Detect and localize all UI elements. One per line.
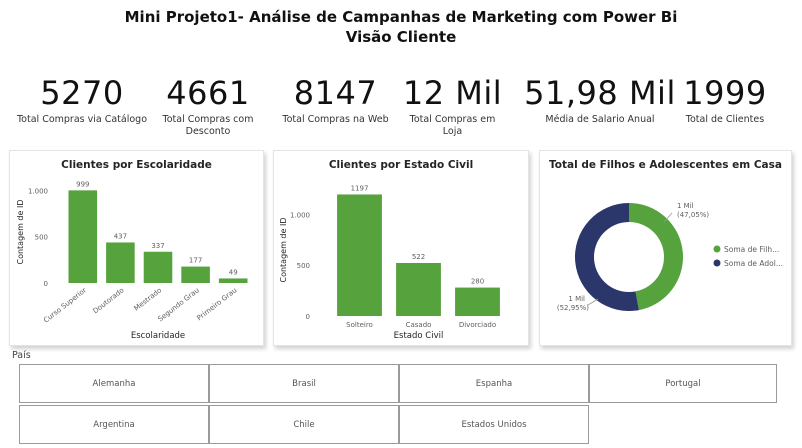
data-label: 1197 — [351, 184, 369, 192]
slice-percent-label: (47,05%) — [677, 211, 709, 219]
kpi-label: Total Compras em Loja — [409, 114, 496, 137]
kpi-label: Total Compras via Catálogo — [16, 114, 148, 125]
chart-card-estado-civil: Clientes por Estado Civil 0 500 1.000 Conta… — [273, 150, 529, 346]
estado-civil-bar-chart: 0 500 1.000Contagem de ID 1197 Solteiro 522 Ca… — [279, 184, 500, 341]
kpi-value: 1999 — [683, 74, 767, 112]
x-tick-label: Primeiro Grau — [195, 286, 238, 322]
donut-slice — [629, 203, 683, 311]
bar — [455, 287, 500, 316]
legend-marker — [713, 245, 721, 253]
kpi-card-catalogo: 5270 Total Compras via Catálogo — [12, 74, 152, 126]
data-label: 280 — [471, 278, 484, 286]
label-leader-line — [587, 298, 599, 306]
bar — [396, 262, 441, 316]
slice-value-label: 1 Mil — [677, 202, 694, 210]
kpi-card-clientes: 1999 Total de Clientes — [680, 74, 770, 126]
kpi-value: 5270 — [40, 74, 124, 112]
data-label: 522 — [412, 253, 425, 261]
data-label: 49 — [229, 268, 238, 276]
filhos-donut-chart: 1 Mil(47,05%)1 Mil(52,95%)Soma de Filh..… — [557, 202, 783, 312]
slice-value-label: 1 Mil — [568, 295, 585, 303]
page-subtitle: Visão Cliente — [345, 28, 457, 46]
slicer-option-espanha[interactable]: Espanha — [399, 364, 589, 403]
x-tick-label: Doutorado — [92, 286, 126, 315]
y-tick-label: 500 — [297, 262, 310, 270]
legend-label: Soma de Adol... — [724, 259, 783, 268]
kpi-value: 4661 — [166, 74, 250, 112]
x-tick-label: Segundo Grau — [156, 286, 200, 323]
chart-card-filhos: Total de Filhos e Adolescentes em Casa 1… — [539, 150, 792, 346]
kpi-value: 8147 — [293, 74, 378, 112]
kpi-card-desconto: 4661 Total Compras com Desconto — [158, 74, 258, 138]
x-tick-label: Divorciado — [459, 321, 496, 329]
y-axis-label: Contagem de ID — [16, 200, 25, 265]
y-tick-label: 1.000 — [290, 211, 310, 219]
legend-marker — [713, 259, 721, 267]
kpi-label: Média de Salario Anual — [545, 114, 655, 125]
legend-label: Soma de Filh... — [724, 245, 779, 254]
slicer-option-portugal[interactable]: Portugal — [589, 364, 777, 403]
bar — [181, 266, 210, 283]
x-tick-label: Curso Superior — [42, 286, 88, 324]
kpi-label: Total Compras na Web — [282, 114, 389, 125]
kpi-card-salario: 51,98 Mil Média de Salario Anual — [520, 74, 680, 126]
kpi-value: 12 Mil — [402, 74, 503, 112]
x-tick-label: Casado — [406, 321, 432, 329]
data-label: 999 — [76, 180, 89, 188]
bar — [106, 242, 135, 283]
data-label: 437 — [114, 232, 127, 240]
x-axis-label: Estado Civil — [394, 331, 444, 341]
y-tick-label: 1.000 — [28, 187, 48, 195]
bar — [68, 190, 98, 283]
slice-percent-label: (52,95%) — [557, 304, 589, 312]
bar — [218, 278, 248, 283]
data-label: 177 — [189, 257, 202, 265]
kpi-card-web: 8147 Total Compras na Web — [278, 74, 393, 126]
page-title: Mini Projeto1- Análise de Campanhas de M… — [124, 8, 678, 26]
data-label: 337 — [151, 242, 164, 250]
kpi-card-loja: 12 Mil Total Compras em Loja — [400, 74, 505, 138]
x-tick-label: Mestrado — [133, 286, 164, 312]
bar — [143, 251, 173, 283]
kpi-value: 51,98 Mil — [524, 74, 676, 112]
kpi-label: Total de Clientes — [685, 114, 765, 125]
y-axis-label: Contagem de ID — [279, 218, 288, 283]
chart-card-escolaridade: Clientes por Escolaridade 0 500 1.000 Conta… — [9, 150, 264, 346]
slicer-option-estados-unidos[interactable]: Estados Unidos — [399, 405, 589, 444]
y-tick-label: 500 — [35, 234, 48, 242]
escolaridade-bar-chart: 0 500 1.000Contagem de ID 999 Curso Superior… — [16, 180, 248, 341]
slicer-option-argentina[interactable]: Argentina — [19, 405, 209, 444]
x-axis-label: Escolaridade — [131, 331, 185, 341]
y-tick-label: 0 — [44, 280, 48, 288]
slicer-option-chile[interactable]: Chile — [209, 405, 399, 444]
kpi-label: Total Compras com Desconto — [162, 114, 254, 137]
slicer-option-alemanha[interactable]: Alemanha — [19, 364, 209, 403]
x-tick-label: Solteiro — [346, 321, 373, 329]
slicer-option-brasil[interactable]: Brasil — [209, 364, 399, 403]
y-tick-label: 0 — [306, 313, 310, 321]
bar — [337, 194, 382, 316]
slicer-label: País — [12, 350, 31, 361]
